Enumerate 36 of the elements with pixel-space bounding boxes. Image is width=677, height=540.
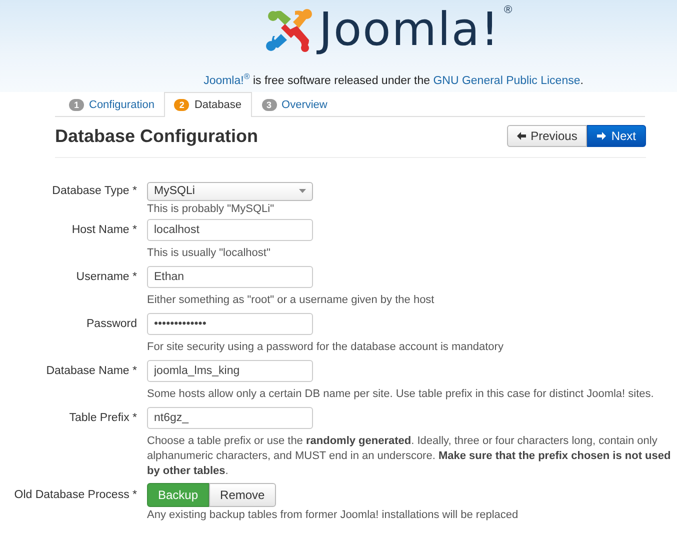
caret-icon <box>299 189 306 193</box>
toggle-option[interactable]: Remove <box>209 483 276 507</box>
field-hint: This is probably "MySQLi" <box>147 202 276 217</box>
input-field[interactable]: Ethan <box>147 266 313 288</box>
database-type-select[interactable]: MySQLi <box>147 182 313 200</box>
page-heading: Database Configuration <box>55 126 258 146</box>
logo-icon <box>264 6 315 52</box>
field-hint: Some hosts allow only a certain DB name per site. Use table prefix in this case for distinct Joomla! sites. <box>147 387 655 402</box>
field-hint: Choose a table prefix or use the randomly generated. Ideally, three or four characters long, contain only alphanumeric characters, and MUST end in an underscore. Make sure that the prefix chosen is not used by other tables. <box>147 434 672 479</box>
field-label: Host Name * <box>70 223 137 238</box>
field-hint: Either something as "root" or a username given by the host <box>147 293 436 308</box>
input-field[interactable]: joomla_lms_king <box>147 360 313 382</box>
field-label: Password <box>86 317 137 332</box>
field-label: Database Name * <box>45 364 137 379</box>
registered-mark: ® <box>504 4 512 16</box>
arrow-right-icon <box>597 132 606 140</box>
field-hint: Any existing backup tables from former Joomla! installations will be replaced <box>147 508 520 523</box>
next-button[interactable]: Next <box>587 125 646 147</box>
password-field[interactable]: ••••••••••••• <box>147 313 313 335</box>
license-link[interactable]: Joomla!$^{®}$ <box>204 74 250 87</box>
arrow-left-icon <box>516 132 526 140</box>
field-label: Old Database Process * <box>13 488 137 503</box>
previous-button[interactable]: Previous <box>506 125 588 147</box>
input-field[interactable]: localhost <box>147 219 313 241</box>
input-field[interactable]: nt6gz_ <box>147 407 313 429</box>
field-hint: This is usually "localhost" <box>147 246 272 261</box>
step-tab[interactable]: 1 Configuration <box>59 92 164 117</box>
field-label: Username * <box>75 270 137 285</box>
logo-wordmark: Joomla! <box>318 6 500 52</box>
field-label: Table Prefix * <box>68 411 137 426</box>
license-link[interactable]: GNU General Public License <box>433 74 580 87</box>
field-hint: For site security using a password for the database account is mandatory <box>147 340 504 355</box>
license-notice: Joomla!$^{®}$ is free software released under the GNU General Public License. <box>202 72 584 87</box>
step-tab[interactable]: 3 Overview <box>252 92 338 117</box>
step-tab[interactable]: 2 Database <box>164 92 252 117</box>
field-label: Database Type * <box>51 184 137 199</box>
